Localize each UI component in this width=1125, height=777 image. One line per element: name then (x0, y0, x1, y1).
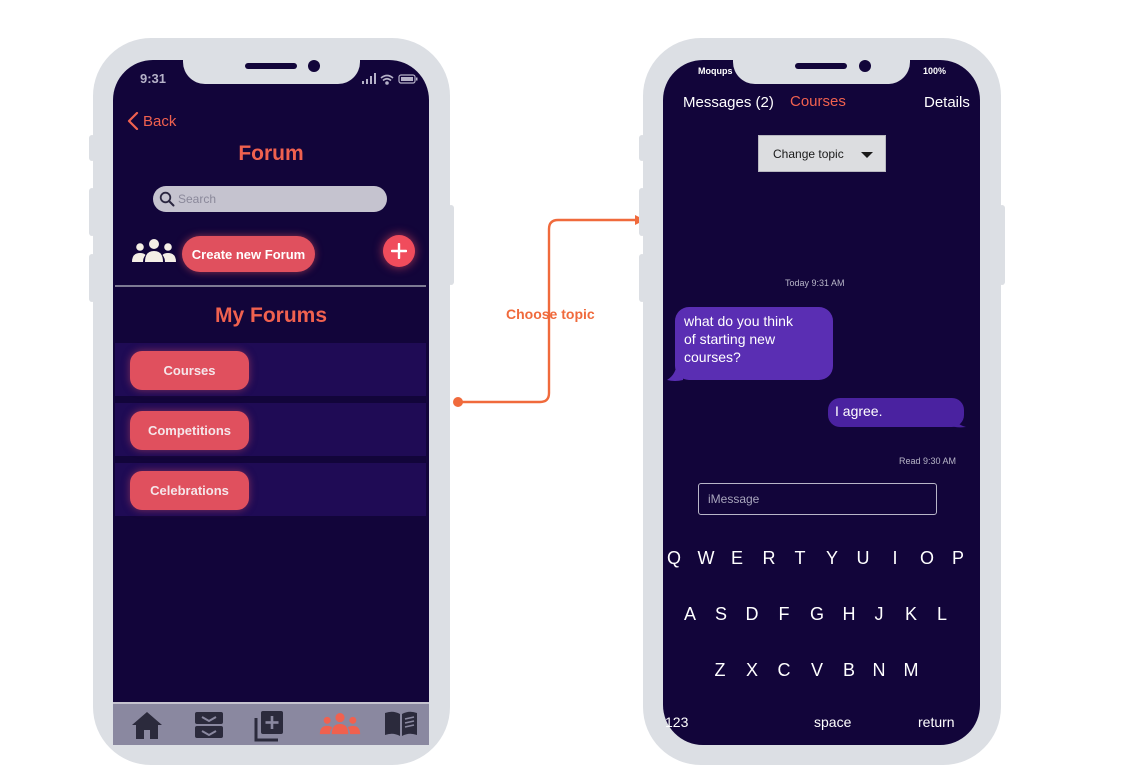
back-label: Back (143, 112, 177, 130)
message-line: what do you think (684, 313, 793, 329)
key-d[interactable]: D (742, 604, 762, 625)
messages-back-link[interactable]: Messages (2) (683, 94, 774, 111)
tab-home[interactable] (130, 710, 164, 745)
status-icons (362, 72, 418, 90)
key-k[interactable]: K (901, 604, 921, 625)
key-p[interactable]: P (948, 548, 968, 569)
chevron-left-icon (127, 112, 139, 130)
home-icon (132, 712, 162, 739)
change-topic-label: Change topic (773, 146, 844, 161)
front-camera (308, 60, 320, 72)
key-z[interactable]: Z (710, 660, 730, 681)
key-o[interactable]: O (917, 548, 937, 569)
book-icon (385, 711, 417, 736)
my-forums-heading: My Forums (214, 304, 327, 327)
phone-side-button (89, 254, 95, 302)
create-forum-button[interactable]: Create new Forum (182, 236, 315, 272)
phone-side-button (639, 188, 645, 236)
key-numbers[interactable]: 123 (665, 714, 688, 730)
forum-list-item: Celebrations (115, 463, 426, 516)
forum-list-item: Competitions (115, 403, 426, 456)
key-r[interactable]: R (759, 548, 779, 569)
search-icon (159, 191, 175, 207)
front-camera (859, 60, 871, 72)
caret-down-icon (861, 152, 873, 158)
page-title: Forum (238, 142, 304, 165)
key-t[interactable]: T (790, 548, 810, 569)
tab-new-post[interactable] (253, 710, 285, 747)
key-j[interactable]: J (869, 604, 889, 625)
forum-courses-button[interactable]: Courses (130, 351, 249, 390)
details-link[interactable]: Details (924, 94, 970, 111)
search-input[interactable] (178, 192, 378, 206)
group-icon (130, 238, 178, 269)
add-forum-button[interactable] (383, 235, 415, 267)
message-composer[interactable] (698, 483, 937, 515)
plus-icon (391, 243, 407, 259)
tab-inbox[interactable] (193, 710, 225, 745)
search-bar[interactable] (153, 186, 387, 212)
phone-side-button (639, 135, 645, 161)
key-i[interactable]: I (885, 548, 905, 569)
key-e[interactable]: E (727, 548, 747, 569)
speaker-grille (795, 63, 847, 69)
change-topic-dropdown[interactable]: Change topic (758, 135, 886, 172)
phone-side-button (89, 135, 95, 161)
message-line: I agree. (835, 403, 883, 419)
phone-notch (183, 56, 360, 84)
status-carrier: Moqups (698, 66, 733, 76)
key-y[interactable]: Y (822, 548, 842, 569)
battery-icon (398, 74, 418, 84)
key-f[interactable]: F (774, 604, 794, 625)
key-x[interactable]: X (742, 660, 762, 681)
outgoing-message: I agree. (828, 398, 964, 427)
key-l[interactable]: L (932, 604, 952, 625)
key-s[interactable]: S (711, 604, 731, 625)
key-v[interactable]: V (807, 660, 827, 681)
message-line: of starting new (684, 331, 776, 347)
key-q[interactable]: Q (664, 548, 684, 569)
mockup-canvas: 9:31 Back Forum Search Create new Forum … (0, 0, 1125, 777)
incoming-message: what do you think of starting new course… (675, 307, 833, 380)
forum-celebrations-button[interactable]: Celebrations (130, 471, 249, 510)
key-u[interactable]: U (853, 548, 873, 569)
group-icon (319, 713, 361, 735)
signal-icon (362, 73, 376, 84)
key-b[interactable]: B (839, 660, 859, 681)
tab-bar (113, 702, 429, 745)
status-battery: 100% (923, 66, 947, 76)
phone-side-button (639, 254, 645, 302)
message-line: courses? (684, 349, 741, 365)
phone-notch (733, 56, 910, 84)
key-w[interactable]: W (696, 548, 716, 569)
conversation-title: Courses (790, 93, 846, 110)
key-c[interactable]: C (774, 660, 794, 681)
forum-competitions-button[interactable]: Competitions (130, 411, 249, 450)
key-space[interactable]: space (814, 714, 851, 730)
back-button[interactable]: Back (127, 112, 176, 130)
status-time: 9:31 (140, 71, 167, 86)
add-library-icon (254, 711, 283, 742)
key-a[interactable]: A (680, 604, 700, 625)
connector-label: Choose topic (506, 306, 595, 322)
message-input[interactable] (708, 492, 928, 506)
tab-library[interactable] (383, 710, 419, 743)
inbox-icon (195, 712, 223, 738)
key-n[interactable]: N (869, 660, 889, 681)
phone-side-button (89, 188, 95, 236)
forum-list-item: Courses (115, 343, 426, 396)
read-receipt: Read 9:30 AM (899, 456, 957, 466)
wifi-icon (380, 74, 394, 85)
key-g[interactable]: G (807, 604, 827, 625)
tab-forums-active[interactable] (318, 712, 362, 741)
phone-side-button (999, 205, 1005, 285)
speaker-grille (245, 63, 297, 69)
message-timestamp: Today 9:31 AM (785, 278, 845, 288)
key-return[interactable]: return (918, 714, 955, 730)
section-divider (115, 285, 426, 287)
key-h[interactable]: H (839, 604, 859, 625)
key-m[interactable]: M (901, 660, 921, 681)
